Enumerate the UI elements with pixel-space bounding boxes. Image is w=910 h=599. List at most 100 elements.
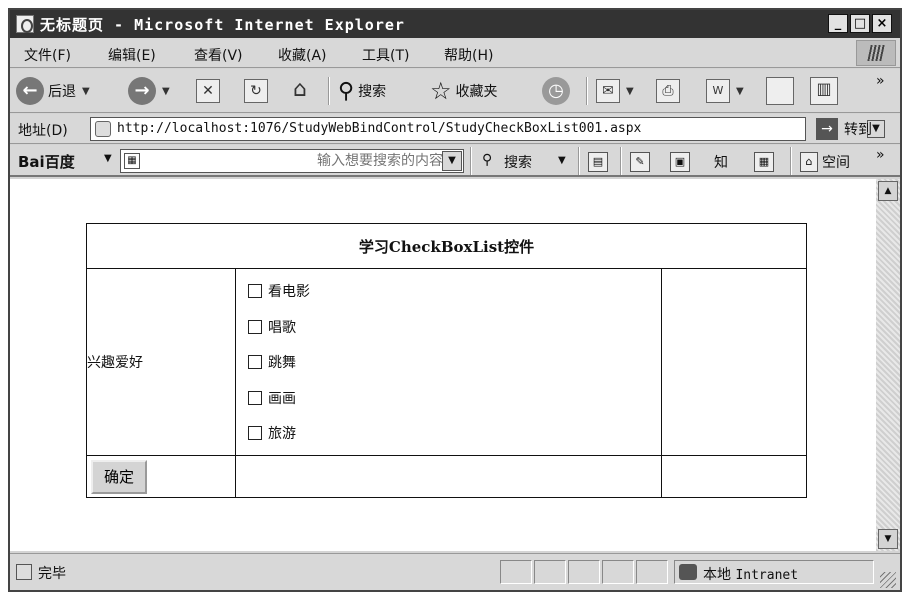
checkbox-option[interactable]: 看电影 — [236, 273, 661, 309]
vertical-scrollbar[interactable]: ▲ ▼ — [876, 179, 900, 551]
submit-button[interactable]: 确定 — [91, 459, 147, 494]
image-search-icon[interactable]: ▦ — [124, 153, 140, 169]
row-label: 兴趣爱好 — [86, 268, 236, 456]
menu-help[interactable]: 帮助(H) — [444, 45, 493, 65]
image-icon[interactable]: ▣ — [670, 152, 690, 172]
go-button[interactable]: → 转到 — [816, 117, 872, 141]
baidu-search-box[interactable]: ▦ ▼ — [120, 149, 464, 173]
maximize-button[interactable]: □ — [850, 14, 870, 33]
page-content: 学习CheckBoxList控件 兴趣爱好 看电影 唱歌 跳舞 画画 旅游 确定 — [10, 179, 876, 551]
checkbox-movie[interactable] — [248, 284, 262, 298]
menu-view[interactable]: 查看(V) — [194, 45, 243, 65]
toolbar-separator — [470, 147, 472, 175]
resize-grip-icon[interactable] — [880, 572, 896, 588]
toolbar-separator — [790, 147, 792, 175]
edit-button[interactable]: W ▼ — [706, 75, 744, 107]
intranet-icon — [679, 564, 697, 580]
stop-icon: ✕ — [196, 79, 220, 103]
checkbox-dance[interactable] — [248, 355, 262, 369]
refresh-icon: ↻ — [244, 79, 268, 103]
status-bar: 完毕 本地 Intranet — [10, 553, 900, 590]
zhidao-button[interactable]: 知 — [714, 152, 728, 172]
checkbox-option[interactable]: 跳舞 — [236, 344, 661, 380]
pen-icon[interactable]: ✎ — [630, 152, 650, 172]
close-button[interactable]: × — [872, 14, 892, 33]
checkbox-option[interactable]: 旅游 — [236, 415, 661, 451]
checkbox-travel[interactable] — [248, 426, 262, 440]
table-title: 学习CheckBoxList控件 — [86, 223, 807, 269]
toolbar-separator — [620, 147, 622, 175]
empty-cell — [235, 455, 662, 498]
forward-button[interactable]: → ▼ — [128, 75, 170, 107]
arrow-right-icon: → — [816, 118, 838, 140]
home-button[interactable]: ⌂ — [288, 75, 312, 107]
menu-file[interactable]: 文件(F) — [24, 45, 71, 65]
baidu-search-input[interactable] — [147, 151, 443, 171]
chevron-down-icon[interactable]: ▼ — [626, 86, 634, 97]
form-table: 学习CheckBoxList控件 兴趣爱好 看电影 唱歌 跳舞 画画 旅游 确定 — [86, 223, 807, 498]
title-bar: 无标题页 - Microsoft Internet Explorer _ □ × — [10, 10, 900, 38]
scroll-up-icon[interactable]: ▲ — [878, 181, 898, 201]
window-title: 无标题页 - Microsoft Internet Explorer — [40, 16, 405, 34]
star-icon: ☆ — [430, 77, 452, 105]
stop-button[interactable]: ✕ — [196, 75, 220, 107]
chevron-down-icon[interactable]: ▼ — [162, 86, 170, 97]
menu-bar: 文件(F) 编辑(E) 查看(V) 收藏(A) 工具(T) 帮助(H) — [10, 38, 900, 68]
arrow-left-icon: ← — [16, 77, 44, 105]
favorites-button[interactable]: ☆ 收藏夹 — [430, 75, 498, 107]
menu-tools[interactable]: 工具(T) — [362, 45, 409, 65]
empty-cell — [661, 455, 807, 498]
word-icon: W — [706, 79, 730, 103]
history-button[interactable]: ◷ — [542, 75, 570, 107]
search-button[interactable]: ⚲ 搜索 — [338, 75, 386, 107]
standard-toolbar: ← 后退 ▼ → ▼ ✕ ↻ ⌂ ⚲ 搜索 ☆ 收藏夹 ◷ ✉ ▼ ⎙ W ▼ … — [10, 69, 900, 113]
refresh-button[interactable]: ↻ — [244, 75, 268, 107]
windows-logo-icon — [856, 40, 896, 66]
research-button[interactable]: ▥ — [810, 75, 838, 107]
toolbar-overflow[interactable]: » — [876, 71, 885, 91]
scroll-down-icon[interactable]: ▼ — [878, 529, 898, 549]
checkbox-draw[interactable] — [248, 390, 262, 405]
status-pane — [602, 560, 634, 584]
chevron-down-icon[interactable]: ▼ — [104, 153, 112, 164]
space-button[interactable]: 空间 — [822, 152, 850, 172]
minimize-button[interactable]: _ — [828, 14, 848, 33]
chevron-down-icon[interactable]: ▼ — [558, 155, 566, 166]
arrow-right-icon: → — [128, 77, 156, 105]
back-button[interactable]: ← 后退 ▼ — [16, 75, 90, 107]
status-pane — [568, 560, 600, 584]
status-text: 完毕 — [38, 566, 66, 582]
baidubar-overflow[interactable]: » — [876, 147, 885, 163]
chevron-down-icon[interactable]: ▼ — [82, 86, 90, 97]
chevron-down-icon[interactable]: ▼ — [736, 86, 744, 97]
checkbox-label[interactable]: 唱歌 — [268, 317, 296, 337]
checkbox-sing[interactable] — [248, 319, 262, 334]
page-icon — [95, 121, 111, 137]
checkbox-label[interactable]: 跳舞 — [268, 352, 296, 372]
address-url[interactable]: http://localhost:1076/StudyWebBindContro… — [117, 121, 641, 136]
discuss-button[interactable] — [766, 75, 794, 107]
history-icon: ◷ — [542, 77, 570, 105]
home-icon: ⌂ — [800, 152, 818, 172]
print-button[interactable]: ⎙ — [656, 75, 680, 107]
mail-icon: ✉ — [596, 79, 620, 103]
checkbox-label[interactable]: 看电影 — [268, 281, 310, 301]
checkbox-label[interactable]: 画画 — [268, 388, 296, 408]
ie-app-icon[interactable] — [16, 15, 34, 33]
baidu-logo[interactable]: Bai百度 — [18, 151, 75, 172]
baidu-search-button[interactable]: 搜索 — [504, 152, 532, 172]
gift-icon[interactable]: ▤ — [588, 152, 608, 172]
checkbox-label[interactable]: 旅游 — [268, 423, 296, 443]
menu-edit[interactable]: 编辑(E) — [108, 45, 156, 65]
grid-icon[interactable]: ▦ — [754, 152, 774, 172]
empty-cell — [661, 268, 807, 456]
magnifier-icon: ⚲ — [482, 152, 493, 168]
baidu-toolbar: Bai百度 ▼ ▦ ▼ ⚲ 搜索 ▼ ▤ ✎ ▣ 知 ▦ ⌂ 空间 » — [10, 145, 900, 177]
address-input[interactable]: http://localhost:1076/StudyWebBindContro… — [90, 117, 885, 141]
checkbox-option[interactable]: 唱歌 — [236, 309, 661, 345]
mail-button[interactable]: ✉ ▼ — [596, 75, 634, 107]
chevron-down-icon[interactable]: ▼ — [442, 151, 462, 171]
menu-favorites[interactable]: 收藏(A) — [278, 45, 327, 65]
checkbox-option[interactable]: 画画 — [236, 380, 661, 416]
security-zone-text: 本地 Intranet — [703, 564, 798, 584]
